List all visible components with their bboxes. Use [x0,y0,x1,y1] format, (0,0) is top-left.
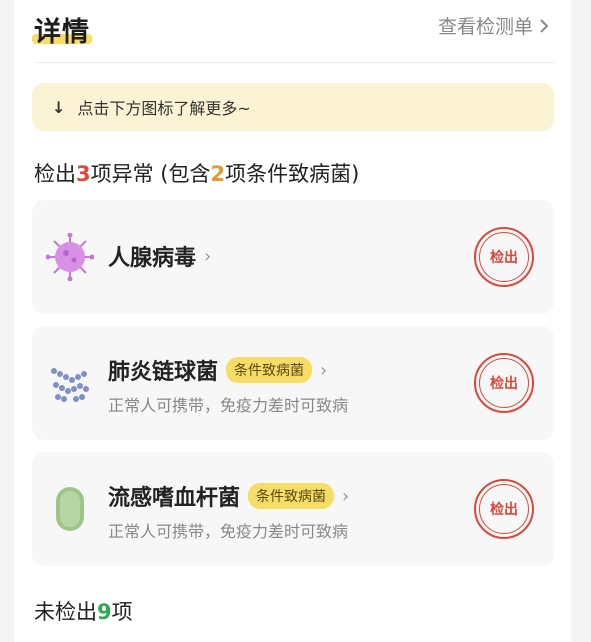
details-card: 详情 查看检测单 ↓ 点击下方图标了解更多~ 检出3项异常 (包含2项条件致病菌… [14,0,571,642]
pathogen-description: 正常人可携带，免疫力差时可致病 [108,522,349,541]
undetected-summary: 未检出9项 [34,596,133,626]
tip-text: 点击下方图标了解更多~ [77,99,251,118]
summary-middle: 项异常 (包含 [90,162,211,186]
tip-banner: ↓ 点击下方图标了解更多~ [32,83,554,131]
divider [34,62,554,63]
summary-prefix: 检出 [34,162,76,186]
chevron-right-icon: › [204,245,212,267]
item-name-row: 人腺病毒 › [108,240,211,272]
pathogen-description: 正常人可携带，免疫力差时可致病 [108,396,349,415]
conditional-pathogen-badge: 条件致病菌 [226,357,313,383]
pathogen-name: 流感嗜血杆菌 [108,486,241,511]
pathogen-item-haemophilus[interactable]: 流感嗜血杆菌 条件致病菌 › 正常人可携带，免疫力差时可致病 检出 [32,452,554,566]
stamp-label: 检出 [490,376,518,392]
summary-suffix: 项条件致病菌) [225,162,360,186]
detected-stamp: 检出 [474,353,534,413]
arrow-down-icon: ↓ [52,97,66,117]
bacillus-icon [46,452,94,566]
stamp-label: 检出 [490,250,518,266]
item-name-row: 流感嗜血杆菌 条件致病菌 › [108,480,349,512]
detected-stamp: 检出 [474,479,534,539]
chevron-right-icon [540,18,549,33]
pathogen-item-streptococcus[interactable]: 肺炎链球菌 条件致病菌 › 正常人可携带，免疫力差时可致病 检出 [32,326,554,440]
chevron-right-icon: › [342,485,350,507]
undetected-suffix: 项 [111,600,133,624]
pathogen-name: 人腺病毒 [108,246,197,271]
view-report-label: 查看检测单 [437,16,533,38]
page-title: 详情 [34,17,90,48]
conditional-pathogen-badge: 条件致病菌 [248,483,335,509]
item-name-row: 肺炎链球菌 条件致病菌 › [108,354,327,386]
virus-icon [46,200,94,314]
details-header: 详情 查看检测单 [14,0,571,62]
detected-summary: 检出3项异常 (包含2项条件致病菌) [34,158,359,188]
pathogen-name: 肺炎链球菌 [108,360,219,385]
undetected-prefix: 未检出 [34,600,97,624]
undetected-count: 9 [97,600,112,624]
pathogen-item-adenovirus[interactable]: 人腺病毒 › 检出 [32,200,554,314]
view-report-link[interactable]: 查看检测单 [438,12,549,39]
conditional-count: 2 [210,162,226,186]
detected-count: 3 [76,162,91,186]
streptococcus-icon [46,326,94,440]
stamp-label: 检出 [490,502,518,518]
chevron-right-icon: › [320,359,328,381]
detected-stamp: 检出 [474,227,534,287]
